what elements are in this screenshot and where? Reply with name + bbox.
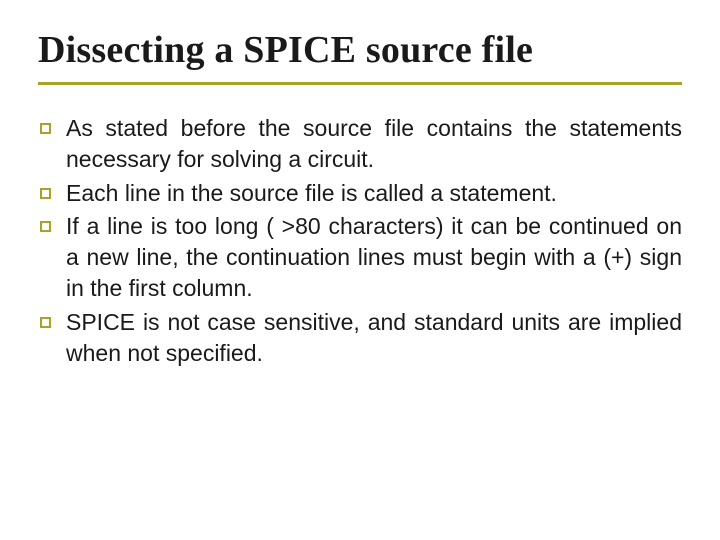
list-item-text: SPICE is not case sensitive, and standar…: [66, 309, 682, 366]
list-item-text: Each line in the source file is called a…: [66, 180, 557, 206]
list-item-text: If a line is too long ( >80 characters) …: [66, 213, 682, 302]
square-bullet-icon: [40, 317, 51, 328]
list-item: As stated before the source file contain…: [38, 113, 682, 176]
list-item: If a line is too long ( >80 characters) …: [38, 211, 682, 305]
square-bullet-icon: [40, 123, 51, 134]
list-item-text: As stated before the source file contain…: [66, 115, 682, 172]
slide-title: Dissecting a SPICE source file: [38, 28, 682, 85]
list-item: SPICE is not case sensitive, and standar…: [38, 307, 682, 370]
list-item: Each line in the source file is called a…: [38, 178, 682, 209]
square-bullet-icon: [40, 221, 51, 232]
square-bullet-icon: [40, 188, 51, 199]
bullet-list: As stated before the source file contain…: [38, 113, 682, 369]
